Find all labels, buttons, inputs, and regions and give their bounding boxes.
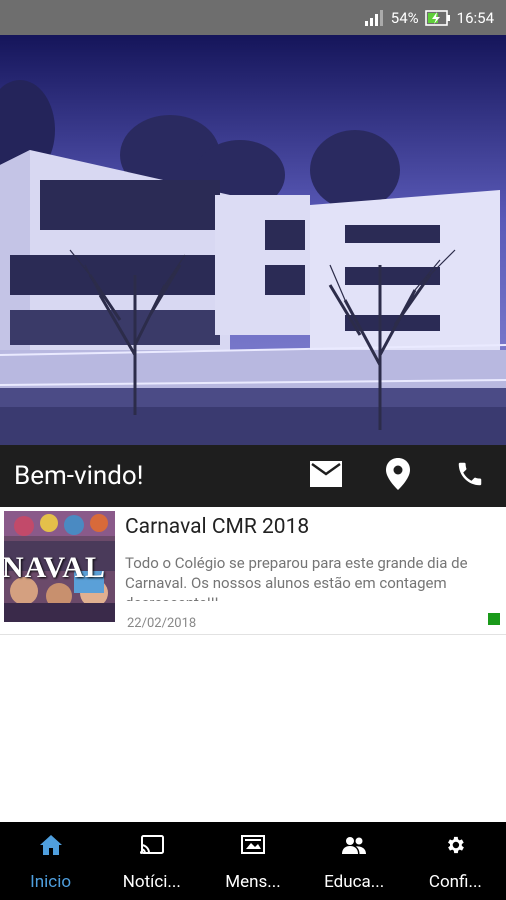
nav-tab-noticias[interactable]: Notíci... xyxy=(101,822,202,900)
welcome-title: Bem-vindo! xyxy=(14,461,144,491)
clock: 16:54 xyxy=(456,8,494,27)
news-item[interactable]: NAVAL Carnaval CMR 2018 Todo o Colégio s… xyxy=(0,507,506,635)
email-button[interactable] xyxy=(290,445,362,507)
unread-indicator xyxy=(488,613,500,625)
battery-percent: 54% xyxy=(390,8,419,27)
people-icon xyxy=(342,832,367,858)
news-body: Carnaval CMR 2018 Todo o Colégio se prep… xyxy=(115,511,502,634)
nav-label: Inicio xyxy=(30,872,72,892)
nav-label: Notíci... xyxy=(122,872,181,892)
home-icon xyxy=(39,832,62,858)
nav-tab-inicio[interactable]: Inicio xyxy=(0,822,101,900)
bottom-navigation: Inicio Notíci... Mens... Educa... Confi.… xyxy=(0,822,506,900)
thumbnail-banner-text: NAVAL xyxy=(4,551,106,584)
gear-icon xyxy=(444,832,466,858)
news-list: NAVAL Carnaval CMR 2018 Todo o Colégio s… xyxy=(0,507,506,635)
nav-label: Confi... xyxy=(428,872,482,892)
news-title: Carnaval CMR 2018 xyxy=(125,515,310,539)
mail-icon xyxy=(310,461,342,491)
contact-actions xyxy=(290,445,506,507)
phone-button[interactable] xyxy=(434,445,506,507)
battery-charging-icon xyxy=(424,9,451,26)
nav-tab-configuracoes[interactable]: Confi... xyxy=(405,822,506,900)
nav-tab-mensagens[interactable]: Mens... xyxy=(202,822,303,900)
nav-label: Educa... xyxy=(324,872,385,892)
news-date: 22/02/2018 xyxy=(127,616,197,631)
welcome-bar: Bem-vindo! xyxy=(0,445,506,507)
signal-icon xyxy=(364,9,385,26)
phone-icon xyxy=(455,459,485,493)
nav-label: Mens... xyxy=(225,872,281,892)
location-pin-icon xyxy=(386,458,410,494)
status-bar: 54% 16:54 xyxy=(0,0,506,35)
nav-tab-educacao[interactable]: Educa... xyxy=(304,822,405,900)
school-hero-image xyxy=(0,35,506,445)
messages-icon xyxy=(241,832,265,858)
cast-icon xyxy=(139,832,164,858)
news-excerpt: Todo o Colégio se preparou para este gra… xyxy=(125,554,468,601)
news-thumbnail: NAVAL xyxy=(4,511,115,622)
location-button[interactable] xyxy=(362,445,434,507)
